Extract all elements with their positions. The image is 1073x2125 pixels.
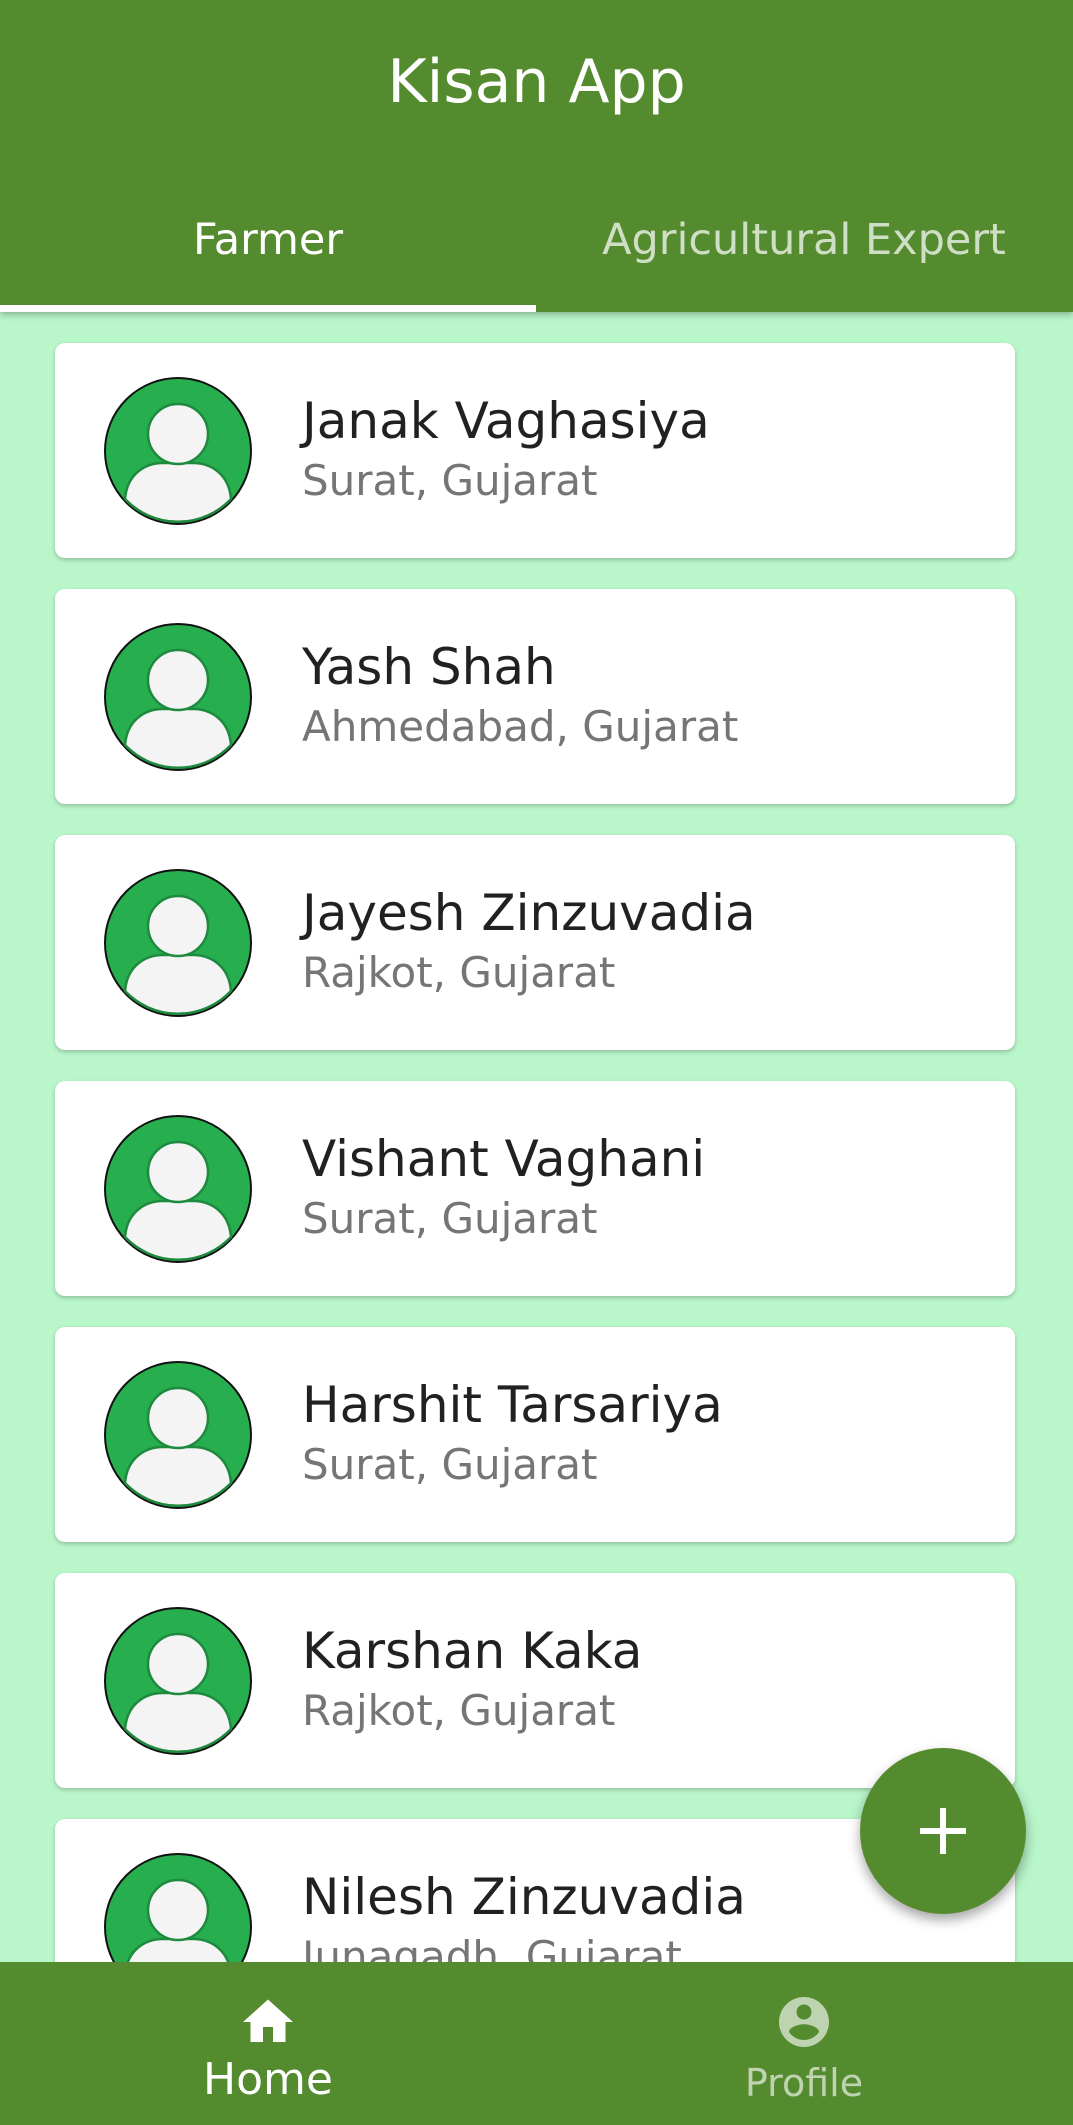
list-item[interactable]: Janak Vaghasiya Surat, Gujarat [55,343,1015,558]
avatar-icon [103,1360,253,1510]
list-item[interactable]: Karshan Kaka Rajkot, Gujarat [55,1573,1015,1788]
person-name: Yash Shah [302,638,556,696]
avatar-icon [103,868,253,1018]
list-item[interactable]: Jayesh Zinzuvadia Rajkot, Gujarat [55,835,1015,1050]
avatar-icon [103,622,253,772]
nav-profile[interactable]: Profile [536,1962,1072,2125]
person-location: Rajkot, Gujarat [302,1686,616,1735]
tab-agricultural-expert[interactable]: Agricultural Expert [536,200,1072,280]
person-location: Rajkot, Gujarat [302,948,616,997]
nav-profile-label: Profile [744,2061,864,2105]
app-bar: Kisan App Farmer Agricultural Expert [0,0,1073,312]
bottom-navigation: Home Profile [0,1962,1073,2125]
person-name: Nilesh Zinzuvadia [302,1868,746,1926]
tab-indicator [0,305,536,312]
person-location: Ahmedabad, Gujarat [302,702,739,751]
person-name: Janak Vaghasiya [302,392,710,450]
add-button[interactable] [860,1748,1026,1914]
plus-icon [920,1808,966,1854]
avatar-icon [103,1606,253,1756]
account-circle-icon [774,1992,834,2052]
list-item[interactable]: Yash Shah Ahmedabad, Gujarat [55,589,1015,804]
avatar-icon [103,376,253,526]
farmer-list[interactable]: Janak Vaghasiya Surat, Gujarat Yash Shah… [0,312,1073,1962]
nav-home-label: Home [203,2054,333,2105]
app-title: Kisan App [387,47,686,117]
list-item[interactable]: Vishant Vaghani Surat, Gujarat [55,1081,1015,1296]
person-location: Surat, Gujarat [302,1194,598,1243]
tab-farmer[interactable]: Farmer [0,200,536,280]
person-name: Harshit Tarsariya [302,1376,723,1434]
person-name: Karshan Kaka [302,1622,643,1680]
nav-home[interactable]: Home [0,1962,536,2125]
person-location: Junagadh, Gujarat [302,1932,682,1962]
person-location: Surat, Gujarat [302,1440,598,1489]
avatar-icon [103,1852,253,1962]
home-icon [238,1992,298,2052]
list-item[interactable]: Harshit Tarsariya Surat, Gujarat [55,1327,1015,1542]
person-name: Jayesh Zinzuvadia [302,884,756,942]
person-location: Surat, Gujarat [302,456,598,505]
person-name: Vishant Vaghani [302,1130,706,1188]
avatar-icon [103,1114,253,1264]
